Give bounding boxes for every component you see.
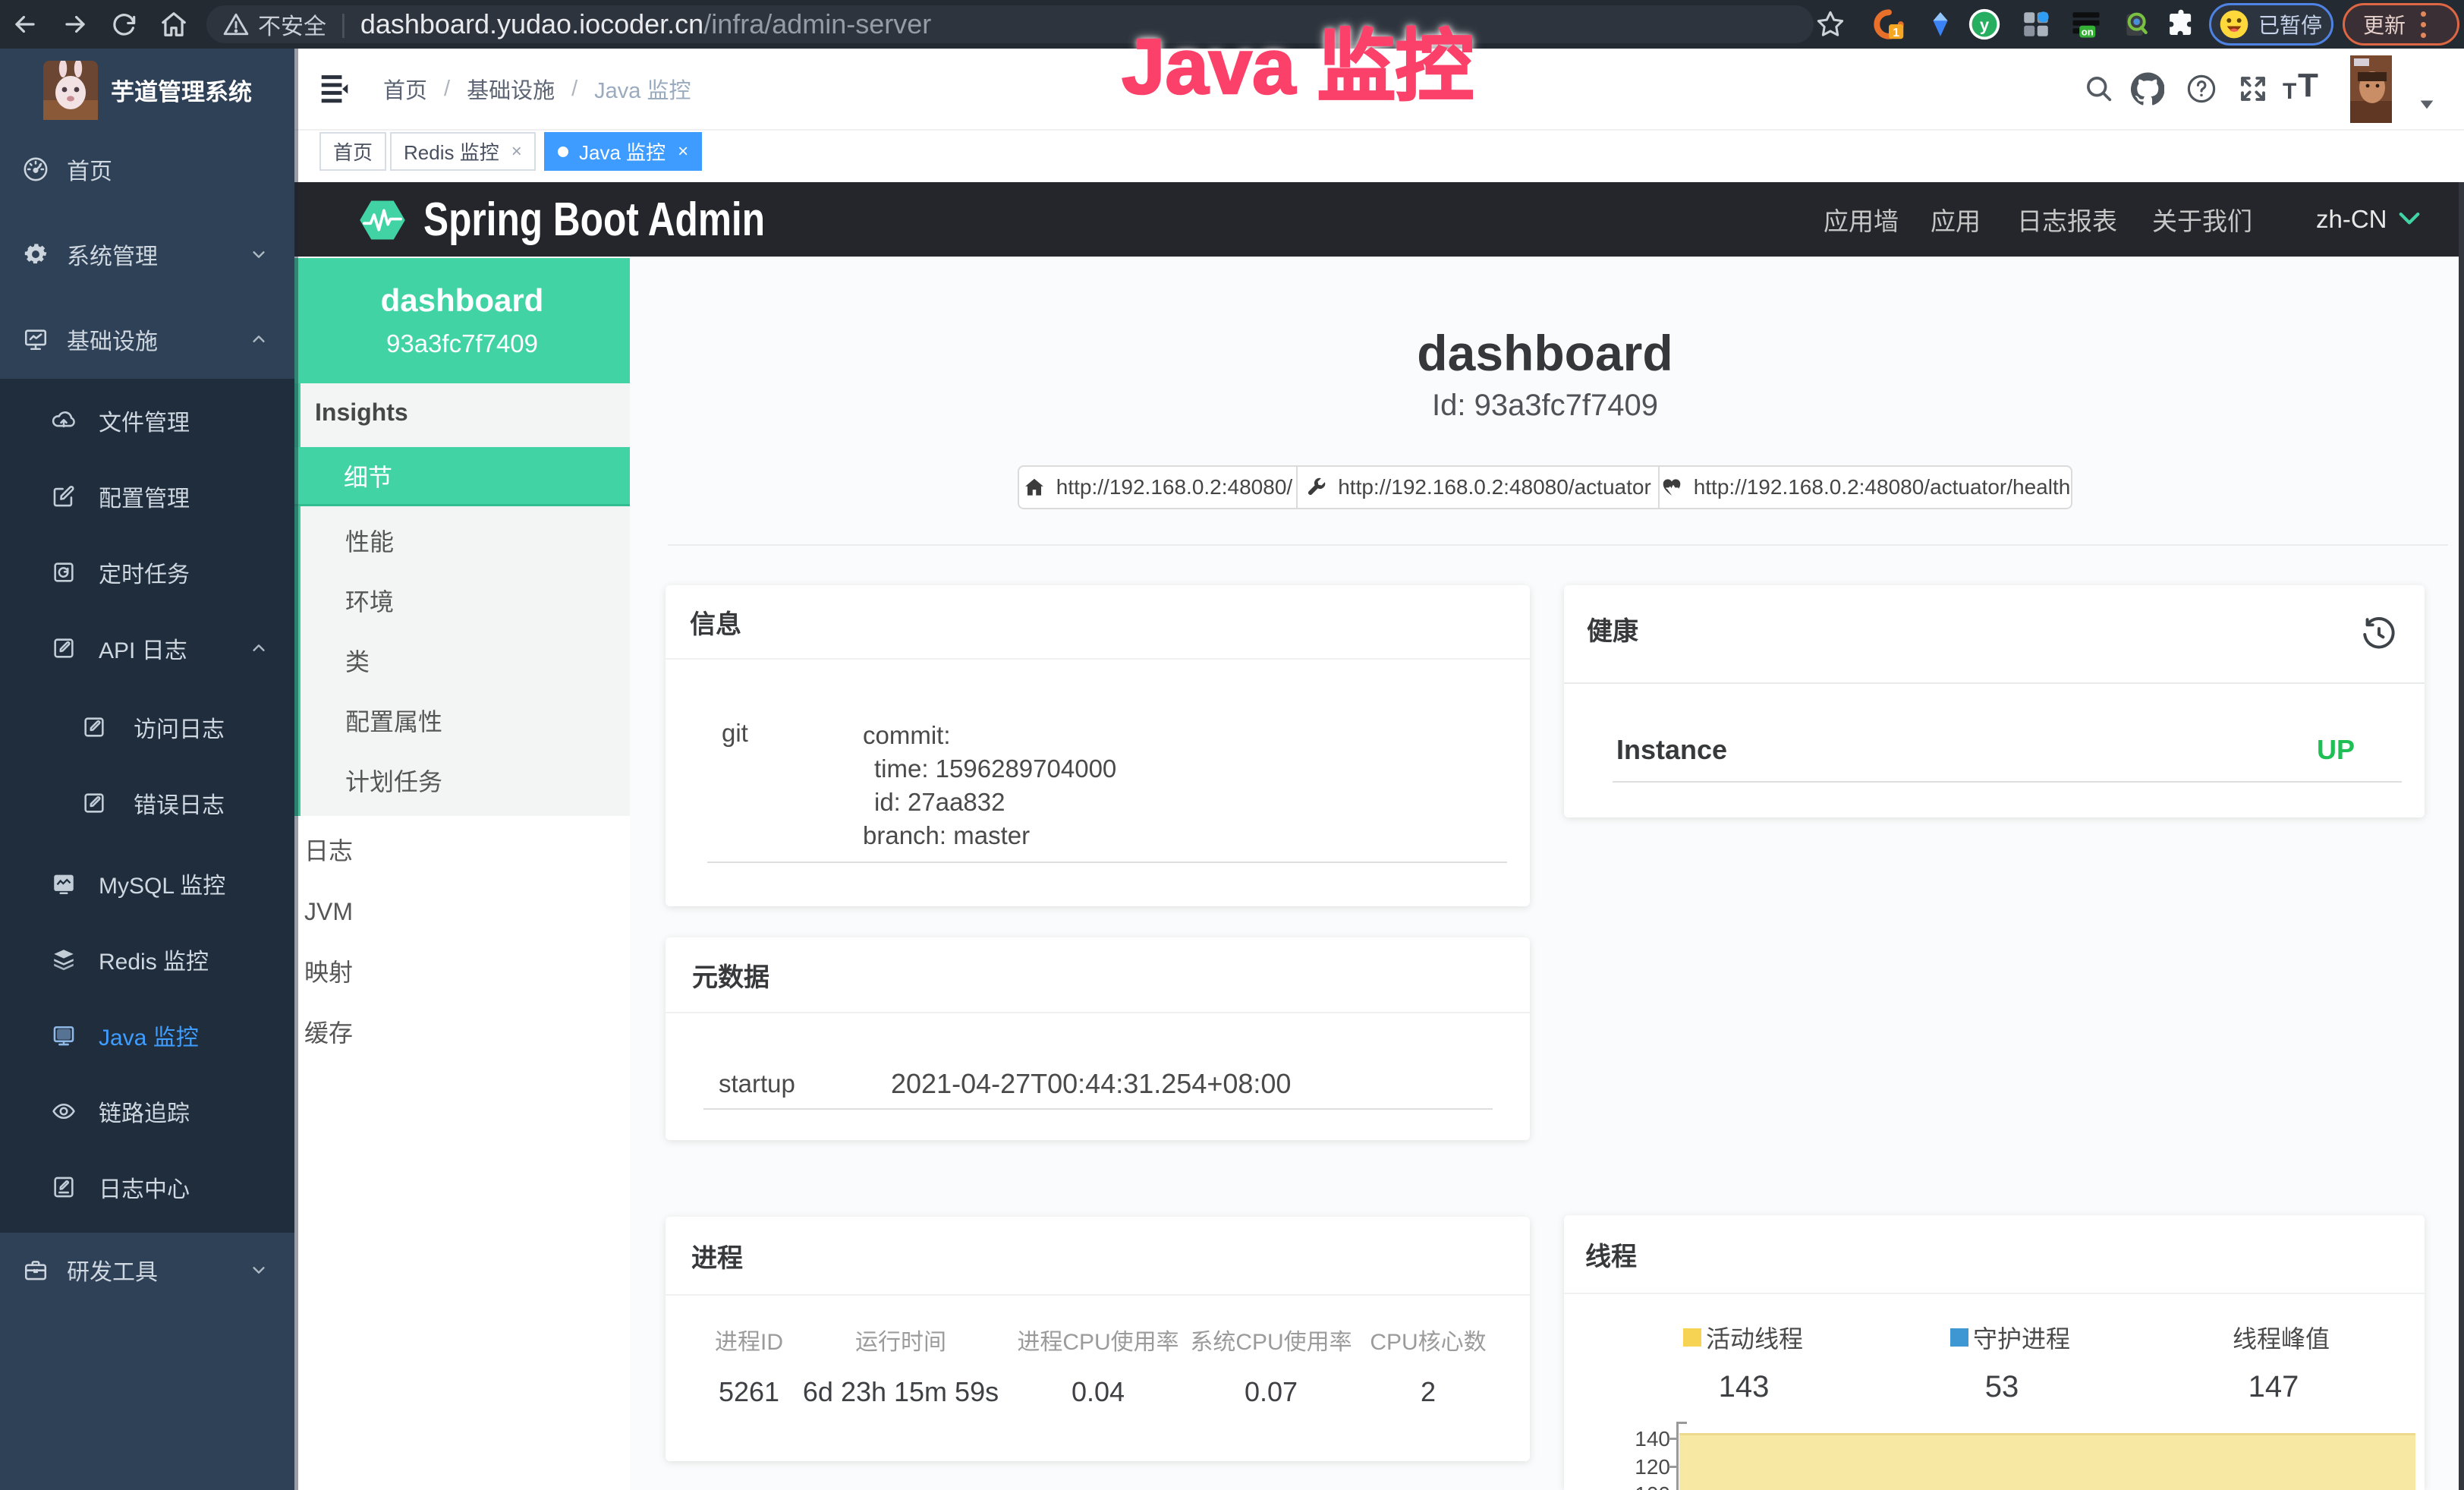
svg-text:y: y	[1980, 15, 1990, 34]
svg-text:on: on	[2082, 27, 2094, 38]
svg-text:1: 1	[1893, 27, 1899, 39]
